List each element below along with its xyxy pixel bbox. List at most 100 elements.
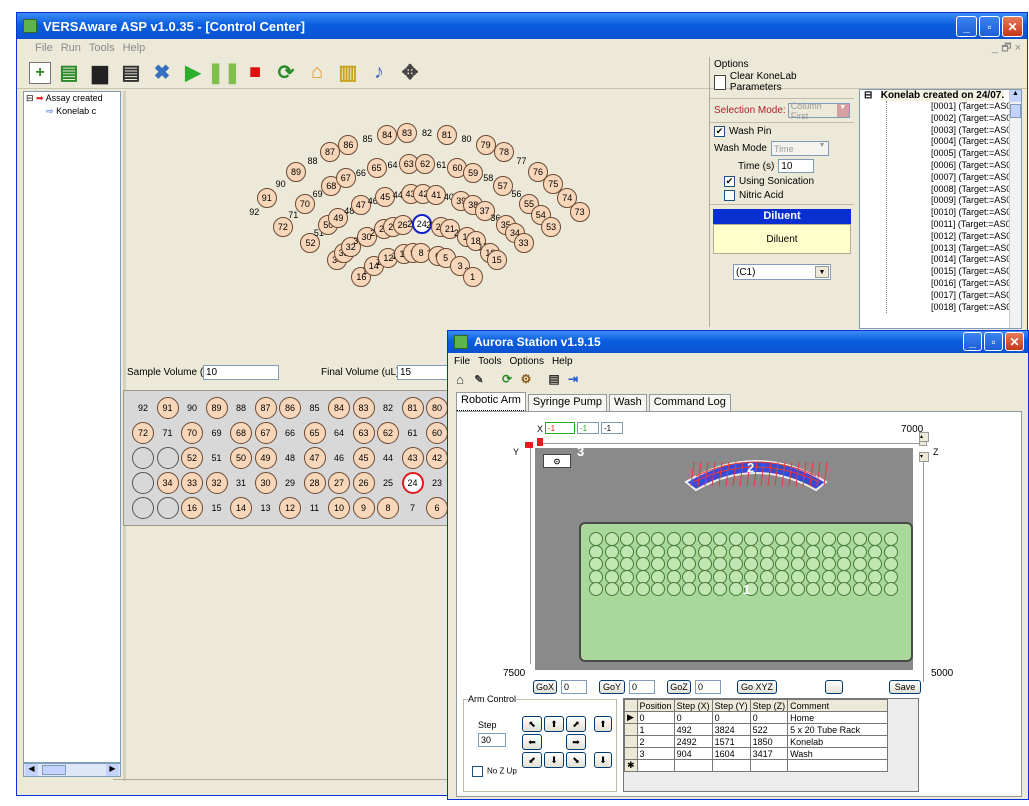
grid-tube[interactable]: 28 [303, 472, 326, 494]
target-item[interactable]: [0001] (Target:=AS01) I [931, 101, 1021, 113]
grid-tube[interactable]: 43 [401, 447, 424, 469]
grid-tube[interactable]: 70 [181, 422, 203, 444]
table-cell[interactable]: 0 [711, 711, 751, 724]
play-icon[interactable]: ▶ [180, 60, 206, 86]
arc-tube[interactable]: 82 [417, 123, 437, 143]
arc-tube[interactable]: 1 [462, 266, 483, 287]
grid-tube[interactable]: 71 [157, 422, 179, 444]
target-item[interactable]: [0017] (Target:=AS01) \ [931, 290, 1021, 302]
grid-tube[interactable]: 9 [352, 497, 375, 519]
z-up-button[interactable]: ⬆ [594, 716, 612, 732]
grid-tube[interactable]: 32 [205, 472, 228, 494]
table-cell[interactable]: 1604 [711, 747, 751, 760]
grid-tube[interactable]: 68 [230, 422, 252, 444]
grid-tube[interactable]: 61 [402, 422, 424, 444]
target-item[interactable]: [0006] (Target:=AS01) I [931, 160, 1021, 172]
x-slider[interactable]: ▸ [537, 436, 927, 446]
column-header[interactable]: Step (Z) [749, 699, 789, 712]
aurora-minimize-button[interactable]: _ [963, 332, 982, 351]
aurora-menu-file[interactable]: File [454, 356, 470, 367]
rack-icon[interactable]: ▥ [335, 60, 361, 86]
target-item[interactable]: [0002] (Target:=AS01) \ [931, 113, 1021, 125]
x-input-2[interactable]: -1 [577, 422, 599, 434]
grid-tube[interactable]: 66 [279, 422, 301, 444]
arc-tube[interactable]: 79 [475, 134, 496, 155]
tab-syringe-pump[interactable]: Syringe Pump [527, 394, 608, 411]
grid-tube[interactable]: 86 [279, 397, 301, 419]
settings-icon[interactable]: ⚙ [518, 371, 534, 387]
tree-child-node[interactable]: ⇨ Konelab c [24, 105, 120, 118]
arrow-up-left-icon[interactable]: ⬉ [522, 716, 542, 732]
grid-tube[interactable]: 80 [426, 397, 448, 419]
aurora-menu-help[interactable]: Help [552, 356, 573, 367]
grid-tube[interactable]: 25 [377, 472, 399, 494]
grid-tube[interactable]: 81 [401, 397, 424, 419]
table-cell[interactable]: 1571 [711, 735, 751, 748]
column-header[interactable]: Step (X) [673, 699, 713, 712]
grid-tube[interactable]: 6 [426, 497, 448, 519]
target-vscrollbar[interactable]: ▲ [1009, 90, 1021, 328]
table-cell[interactable]: Home [787, 711, 889, 724]
grid-tube[interactable]: 92 [132, 397, 154, 419]
menu-help[interactable]: Help [123, 42, 146, 54]
column-header[interactable]: Comment [787, 699, 889, 712]
arrow-down-right-icon[interactable]: ⬊ [566, 752, 586, 768]
arc-tube[interactable]: 87 [320, 141, 340, 162]
table-row[interactable]: 2 2492 1571 1850 Konelab [624, 735, 889, 748]
arc-tube[interactable]: 85 [358, 129, 378, 149]
gox-button[interactable]: GoX [533, 680, 557, 694]
grid-tube[interactable]: 65 [303, 422, 326, 444]
new-list-icon[interactable]: ▤ [56, 60, 82, 86]
grid-tube[interactable]: 14 [230, 497, 252, 519]
table-cell[interactable]: 1850 [749, 735, 789, 748]
table-cell[interactable] [636, 759, 675, 772]
grid-tube[interactable]: 85 [304, 397, 326, 419]
arrow-down-icon[interactable]: ⬇ [544, 752, 564, 768]
table-cell[interactable]: 3417 [749, 747, 789, 760]
grid-tube[interactable]: 63 [352, 422, 375, 444]
grid-tube[interactable]: 27 [328, 472, 350, 494]
minimize-button[interactable]: _ [956, 16, 977, 37]
target-item[interactable]: [0013] (Target:=AS01) I [931, 243, 1021, 255]
edit-list-icon[interactable]: ▤ [118, 60, 144, 86]
table-cell[interactable] [787, 759, 889, 772]
menu-run[interactable]: Run [61, 42, 81, 54]
z-slider[interactable]: ▴ ▾ [917, 432, 929, 682]
target-item[interactable]: [0018] (Target:=AS01) I [931, 302, 1021, 314]
target-item[interactable]: [0015] (Target:=AS01) I [931, 266, 1021, 278]
c1-select[interactable]: (C1) ▼ [733, 264, 831, 281]
arc-tube[interactable]: 80 [456, 129, 476, 149]
tree-hscrollbar[interactable]: ◀ ▶ [23, 763, 121, 777]
x-input-3[interactable]: -1 [601, 422, 623, 434]
grid-tube[interactable]: 24 [401, 472, 424, 494]
table-cell[interactable]: 522 [749, 723, 789, 736]
arc-tube[interactable]: 84 [377, 125, 398, 146]
log-icon[interactable]: ▤ [546, 371, 562, 387]
menu-file[interactable]: File [35, 42, 53, 54]
grid-tube[interactable] [132, 472, 154, 494]
grid-tube[interactable]: 45 [352, 447, 375, 469]
new-row[interactable]: ✱ [624, 759, 889, 772]
arc-tube[interactable]: 86 [338, 134, 359, 155]
table-cell[interactable] [673, 759, 713, 772]
aurora-menu-options[interactable]: Options [509, 356, 543, 367]
grid-tube[interactable] [156, 497, 179, 519]
nitric-acid-checkbox[interactable]: Nitric Acid [714, 190, 850, 201]
grid-tube[interactable]: 7 [402, 497, 424, 519]
column-header[interactable]: Step (Y) [711, 699, 751, 712]
refresh-icon[interactable]: ⟳ [273, 60, 299, 86]
sample-volume-input[interactable]: 10 [203, 365, 279, 380]
tab-robotic-arm[interactable]: Robotic Arm [456, 392, 526, 411]
time-input[interactable]: 10 [778, 159, 815, 174]
diluent-button[interactable]: Diluent [713, 224, 851, 255]
grid-tube[interactable]: 52 [181, 447, 203, 469]
target-item[interactable]: [0004] (Target:=AS01) \ [931, 136, 1021, 148]
target-item[interactable]: [0012] (Target:=AS01) I [931, 231, 1021, 243]
y-slider[interactable] [523, 442, 533, 664]
grid-tube[interactable]: 50 [230, 447, 252, 469]
tab-command-log[interactable]: Command Log [648, 394, 731, 411]
grid-tube[interactable]: 29 [279, 472, 301, 494]
table-cell[interactable]: 0 [673, 711, 713, 724]
grid-tube[interactable]: 34 [156, 472, 179, 494]
move-icon[interactable]: ✥ [397, 60, 423, 86]
